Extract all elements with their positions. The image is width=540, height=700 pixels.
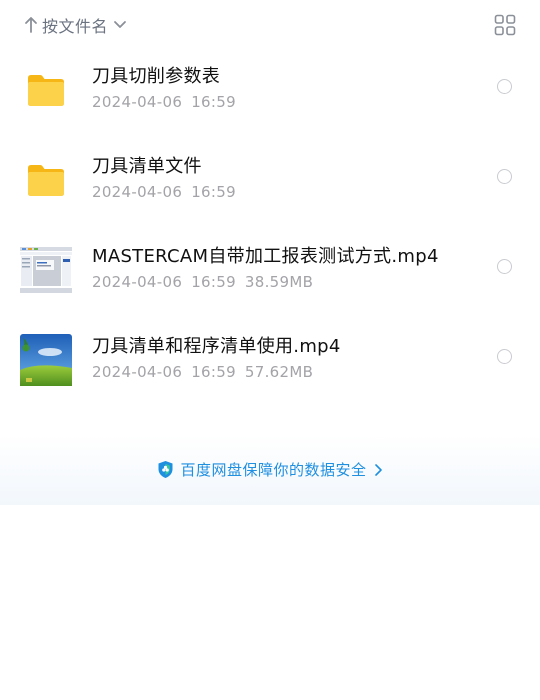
file-time: 16:59: [191, 363, 236, 381]
sort-up-arrow-icon: [25, 17, 37, 33]
sort-label: 按文件名: [42, 17, 109, 36]
file-size: 57.62MB: [244, 363, 314, 381]
sort-by-name-button[interactable]: 按文件名: [24, 12, 128, 38]
select-radio[interactable]: [497, 349, 512, 364]
file-meta: 2024-04-06 16:59 38.59MB: [92, 273, 322, 291]
file-size: 38.59MB: [244, 273, 314, 291]
file-date: 2024-04-06: [92, 363, 183, 381]
file-date: 2024-04-06: [92, 183, 183, 201]
select-radio[interactable]: [497, 169, 512, 184]
video-thumbnail-screen: [20, 244, 72, 296]
file-time: 16:59: [191, 93, 236, 111]
file-meta: 2024-04-06 16:59: [92, 183, 245, 201]
file-time: 16:59: [191, 183, 236, 201]
file-date: 2024-04-06: [92, 93, 183, 111]
folder-icon: [20, 64, 72, 116]
file-row[interactable]: 刀具清单和程序清单使用.mp4 2024-04-06 16:59 57.62MB: [0, 312, 540, 402]
file-date: 2024-04-06: [92, 273, 183, 291]
file-name: 刀具清单和程序清单使用.mp4: [92, 336, 341, 357]
file-name: 刀具清单文件: [92, 156, 202, 177]
data-safety-link[interactable]: 百度网盘保障你的数据安全: [0, 459, 540, 480]
file-row[interactable]: 刀具清单文件 2024-04-06 16:59: [0, 132, 540, 222]
file-row[interactable]: 刀具切削参数表 2024-04-06 16:59: [0, 42, 540, 132]
file-meta: 2024-04-06 16:59 57.62MB: [92, 363, 322, 381]
file-row[interactable]: MASTERCAM自带加工报表测试方式.mp4 2024-04-06 16:59 3…: [0, 222, 540, 312]
select-radio[interactable]: [497, 259, 512, 274]
select-radio[interactable]: [497, 79, 512, 94]
file-list: 刀具切削参数表 2024-04-06 16:59 刀具清单文件 2024-04-0…: [0, 42, 540, 402]
chevron-right-icon: [374, 463, 382, 476]
grid-view-icon[interactable]: [494, 14, 516, 36]
data-safety-banner: 百度网盘保障你的数据安全: [0, 435, 540, 505]
folder-icon: [20, 154, 72, 206]
file-time: 16:59: [191, 273, 236, 291]
chevron-down-icon: [114, 21, 126, 28]
data-safety-text: 百度网盘保障你的数据安全: [180, 461, 367, 479]
file-meta: 2024-04-06 16:59: [92, 93, 245, 111]
shield-icon: [158, 461, 173, 478]
file-name: MASTERCAM自带加工报表测试方式.mp4: [92, 246, 439, 267]
file-name: 刀具切削参数表: [92, 66, 221, 87]
video-thumbnail-landscape: [20, 334, 72, 386]
